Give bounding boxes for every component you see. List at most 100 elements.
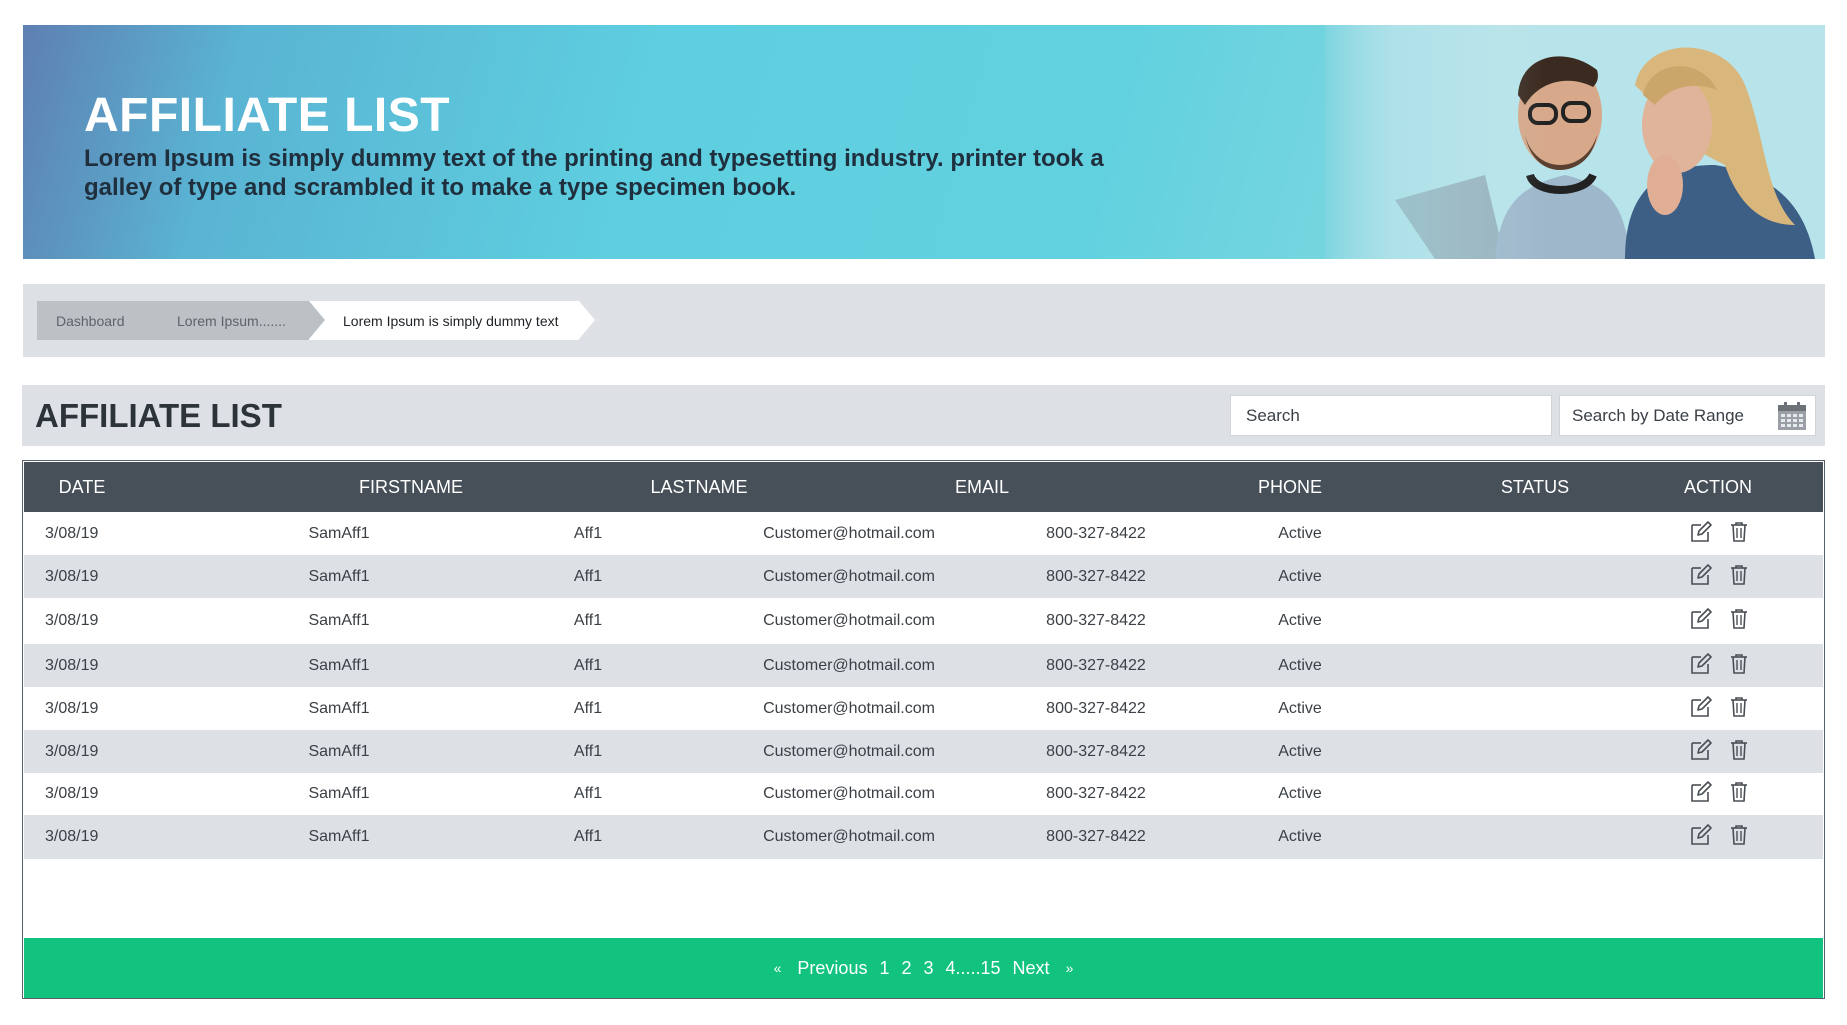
column-header-phone[interactable]: PHONE	[1258, 462, 1322, 512]
date-range-field	[1559, 395, 1816, 436]
column-header-firstname[interactable]: FIRSTNAME	[359, 462, 463, 512]
cell-email: Customer@hotmail.com	[763, 785, 935, 802]
column-header-date[interactable]: DATE	[59, 462, 106, 512]
breadcrumb-label: Dashboard	[56, 312, 125, 329]
previous-button[interactable]: Previous	[797, 958, 867, 979]
breadcrumb-label: Lorem Ipsum is simply dummy text	[343, 312, 559, 329]
cell-firstname: SamAff1	[308, 656, 370, 674]
cell-firstname: SamAff1	[308, 699, 370, 717]
cell-email: Customer@hotmail.com	[763, 699, 935, 717]
cell-lastname: Aff1	[573, 785, 603, 802]
edit-icon[interactable]	[1689, 823, 1713, 847]
trash-icon[interactable]	[1727, 652, 1751, 676]
cell-firstname: SamAff1	[308, 785, 370, 802]
page-link-1[interactable]: 1	[879, 958, 889, 979]
edit-icon[interactable]	[1689, 563, 1713, 587]
hero-photo	[1325, 25, 1825, 259]
edit-icon[interactable]	[1689, 695, 1713, 719]
cell-lastname: Aff1	[573, 524, 603, 542]
cell-date: 3/08/19	[45, 656, 99, 674]
table-row: 3/08/19 SamAff1 Aff1 Customer@hotmail.com 80…	[24, 773, 1823, 815]
breadcrumb-item-current[interactable]: Lorem Ipsum is simply dummy text	[309, 301, 595, 340]
trash-icon[interactable]	[1727, 520, 1751, 544]
breadcrumb-arrow	[309, 301, 325, 339]
edit-icon[interactable]	[1689, 607, 1713, 631]
cell-date: 3/08/19	[45, 699, 99, 717]
table-row: 3/08/19 SamAff1 Aff1 Customer@hotmail.com 80…	[24, 687, 1823, 730]
column-header-action: ACTION	[1683, 477, 1753, 497]
trash-icon[interactable]	[1727, 738, 1751, 762]
cell-status: Active	[1278, 828, 1322, 845]
cell-phone: 800-327-8422	[1046, 612, 1146, 629]
cell-date: 3/08/19	[45, 785, 99, 802]
cell-date: 3/08/19	[45, 567, 99, 585]
breadcrumb-bar: Dashboard Lorem Ipsum....... Lorem Ipsum…	[23, 284, 1825, 357]
cell-phone: 800-327-8422	[1046, 524, 1146, 542]
trash-icon[interactable]	[1727, 563, 1751, 587]
hero-title: AFFILIATE LIST	[84, 89, 451, 142]
cell-date: 3/08/19	[45, 524, 99, 542]
cell-status: Active	[1278, 656, 1322, 674]
cell-status: Active	[1278, 742, 1322, 760]
edit-icon[interactable]	[1689, 520, 1713, 544]
calendar-icon[interactable]	[1777, 401, 1807, 431]
breadcrumb-arrow	[579, 301, 595, 339]
table-row: 3/08/19 SamAff1 Aff1 Customer@hotmail.com 80…	[24, 815, 1823, 859]
edit-icon[interactable]	[1689, 738, 1713, 762]
edit-icon[interactable]	[1689, 780, 1713, 804]
hero-banner: AFFILIATE LIST Lorem Ipsum is simply dum…	[23, 25, 1825, 259]
cell-status: Active	[1278, 612, 1322, 629]
cell-phone: 800-327-8422	[1046, 785, 1146, 802]
cell-email: Customer@hotmail.com	[763, 828, 935, 845]
trash-icon[interactable]	[1727, 607, 1751, 631]
edit-icon[interactable]	[1689, 652, 1713, 676]
page-link-more[interactable]: 4.....15	[946, 958, 1001, 979]
breadcrumb-item-dashboard[interactable]: Dashboard	[37, 301, 159, 340]
cell-phone: 800-327-8422	[1046, 567, 1146, 585]
cell-firstname: SamAff1	[308, 742, 370, 760]
page-link-3[interactable]: 3	[923, 958, 933, 979]
cell-firstname: SamAff1	[308, 524, 370, 542]
cell-lastname: Aff1	[573, 742, 603, 760]
cell-email: Customer@hotmail.com	[763, 567, 935, 585]
cell-status: Active	[1278, 524, 1322, 542]
cell-status: Active	[1278, 699, 1322, 717]
table-row: 3/08/19 SamAff1 Aff1 Customer@hotmail.com 80…	[24, 730, 1823, 773]
trash-icon[interactable]	[1727, 695, 1751, 719]
first-page-icon[interactable]: «	[774, 960, 782, 976]
cell-phone: 800-327-8422	[1046, 742, 1146, 760]
trash-icon[interactable]	[1727, 823, 1751, 847]
column-header-email[interactable]: EMAIL	[955, 462, 1009, 512]
list-title: AFFILIATE LIST	[35, 397, 282, 434]
cell-status: Active	[1278, 785, 1322, 802]
date-range-input[interactable]	[1560, 396, 1770, 435]
hero-description: Lorem Ipsum is simply dummy text of the …	[84, 145, 1104, 201]
table-row: 3/08/19 SamAff1 Aff1 Customer@hotmail.com 80…	[24, 598, 1823, 644]
cell-lastname: Aff1	[573, 656, 603, 674]
cell-firstname: SamAff1	[308, 612, 370, 629]
cell-status: Active	[1278, 567, 1322, 585]
search-input[interactable]	[1230, 395, 1552, 436]
breadcrumb-label: Lorem Ipsum.......	[177, 312, 286, 329]
trash-icon[interactable]	[1727, 780, 1751, 804]
table-row: 3/08/19 SamAff1 Aff1 Customer@hotmail.com 80…	[24, 555, 1823, 598]
cell-phone: 800-327-8422	[1046, 656, 1146, 674]
list-header: AFFILIATE LIST	[22, 385, 1825, 446]
cell-lastname: Aff1	[573, 612, 603, 629]
cell-lastname: Aff1	[573, 567, 603, 585]
cell-phone: 800-327-8422	[1046, 828, 1146, 845]
page-link-2[interactable]: 2	[901, 958, 911, 979]
cell-date: 3/08/19	[45, 828, 99, 845]
pagination: « Previous 1 2 3 4.....15 Next »	[24, 938, 1823, 998]
cell-lastname: Aff1	[573, 699, 603, 717]
last-page-icon[interactable]: »	[1066, 960, 1074, 976]
column-header-status[interactable]: STATUS	[1501, 462, 1569, 512]
column-header-lastname[interactable]: LASTNAME	[650, 462, 747, 512]
cell-email: Customer@hotmail.com	[763, 612, 935, 629]
next-button[interactable]: Next	[1013, 958, 1050, 979]
breadcrumb: Dashboard Lorem Ipsum....... Lorem Ipsum…	[37, 301, 595, 340]
breadcrumb-item-lorem[interactable]: Lorem Ipsum.......	[147, 301, 325, 340]
cell-email: Customer@hotmail.com	[763, 656, 935, 674]
cell-date: 3/08/19	[45, 612, 99, 629]
cell-email: Customer@hotmail.com	[763, 524, 935, 542]
